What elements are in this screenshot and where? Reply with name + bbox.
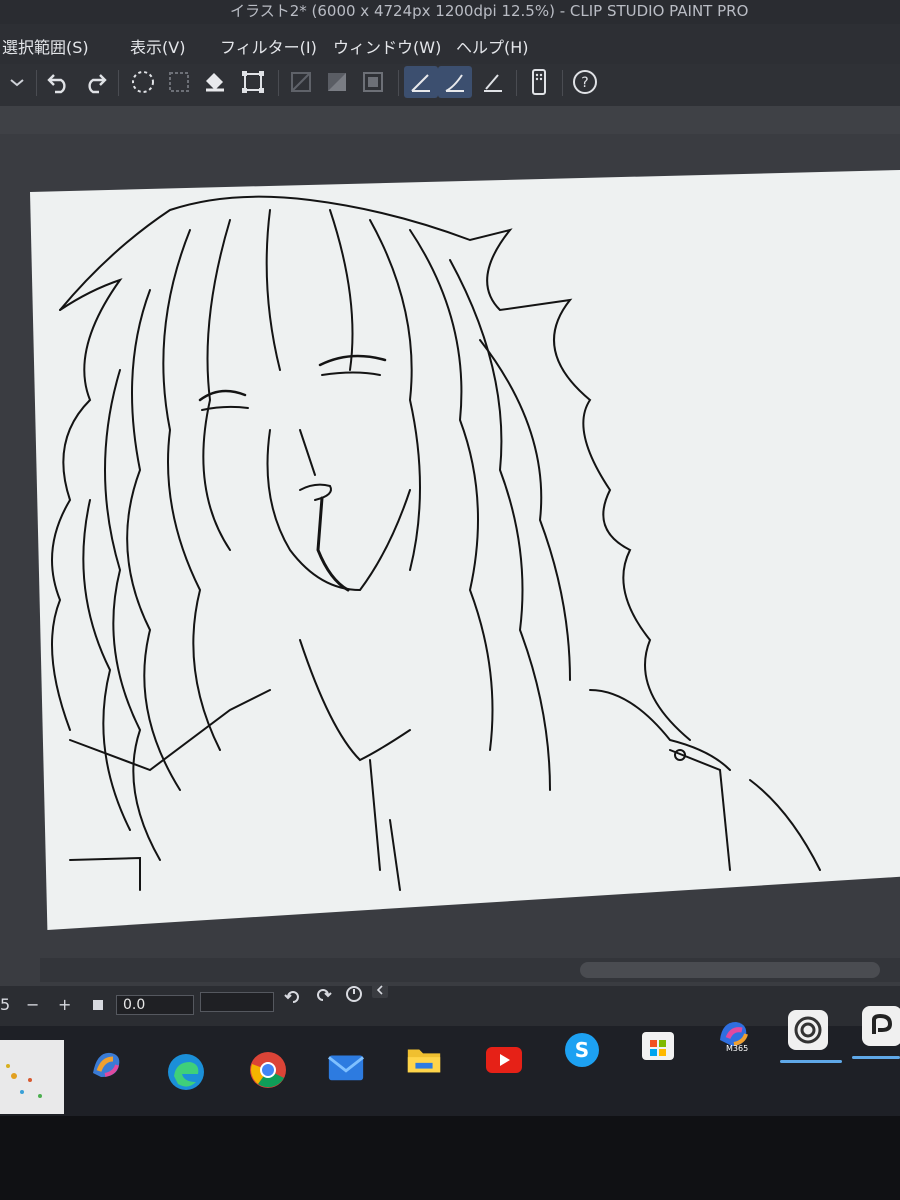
active-app-indicator — [852, 1056, 900, 1059]
drawing-canvas[interactable] — [30, 170, 900, 930]
menu-help[interactable]: ヘルプ(H) — [456, 34, 529, 58]
menu-view[interactable]: 表示(V) — [130, 34, 185, 58]
clip-studio-icon[interactable] — [788, 1010, 828, 1050]
transform-icon[interactable] — [236, 66, 270, 98]
line-art-illustration — [51, 195, 821, 891]
copilot-icon[interactable] — [86, 1044, 126, 1084]
hide-selection-icon[interactable] — [284, 66, 318, 98]
zoom-out-button[interactable]: − — [26, 995, 39, 1014]
toolbar-divider — [118, 70, 119, 96]
mail-icon[interactable] — [326, 1046, 366, 1086]
toolbar-divider — [398, 70, 399, 96]
clip-studio-paint-icon[interactable] — [862, 1006, 900, 1046]
device-icon[interactable] — [522, 66, 556, 98]
rotation-angle-field[interactable]: 0.0 — [116, 995, 194, 1015]
toolbar-divider — [562, 70, 563, 96]
taskbar — [0, 1026, 900, 1116]
chrome-icon[interactable] — [248, 1050, 288, 1090]
undo-icon[interactable] — [42, 66, 76, 98]
toolbar-divider — [278, 70, 279, 96]
invert-selection-icon[interactable] — [320, 66, 354, 98]
menu-filter[interactable]: フィルター(I) — [220, 34, 317, 58]
redo-icon[interactable] — [78, 66, 112, 98]
workspace-header — [0, 106, 900, 134]
microsoft-store-icon[interactable] — [638, 1024, 678, 1064]
deselect-icon[interactable] — [162, 66, 196, 98]
file-explorer-icon[interactable] — [404, 1040, 444, 1080]
collapse-icon[interactable] — [372, 982, 388, 998]
help-icon[interactable]: ? — [568, 66, 602, 98]
skype-icon[interactable]: S — [562, 1030, 602, 1070]
fill-icon[interactable] — [198, 66, 232, 98]
toolbar-divider — [36, 70, 37, 96]
svg-text:?: ? — [581, 75, 588, 91]
window-title: イラスト2* (6000 x 4724px 1200dpi 12.5%) - C… — [230, 2, 749, 20]
zoom-in-button[interactable]: + — [58, 995, 71, 1014]
select-all-icon[interactable] — [126, 66, 160, 98]
youtube-icon[interactable] — [484, 1040, 524, 1080]
m365-label: M365 — [726, 1044, 749, 1053]
svg-text:S: S — [575, 1038, 589, 1062]
widgets-button[interactable] — [0, 1040, 64, 1114]
reset-rotation-icon[interactable] — [344, 984, 364, 1008]
snap-ruler-icon[interactable] — [404, 66, 438, 98]
menu-window[interactable]: ウィンドウ(W) — [333, 34, 441, 58]
edge-icon[interactable] — [166, 1052, 206, 1092]
rotate-left-icon[interactable] — [284, 988, 302, 1010]
scrollbar-thumb[interactable] — [580, 962, 880, 978]
snap-special-ruler-icon[interactable] — [438, 66, 472, 98]
rotation-slider[interactable] — [200, 992, 274, 1012]
zoom-value: 5 — [0, 995, 11, 1014]
active-app-indicator — [780, 1060, 842, 1063]
fit-screen-icon[interactable] — [93, 1000, 103, 1010]
toolbar-divider — [516, 70, 517, 96]
menu-selection[interactable]: 選択範囲(S) — [2, 34, 89, 58]
expand-selection-icon[interactable] — [356, 66, 390, 98]
rotate-right-icon[interactable] — [314, 986, 332, 1008]
chevron-down-icon[interactable] — [0, 66, 34, 98]
snap-grid-icon[interactable] — [476, 66, 510, 98]
screen-bezel — [0, 1116, 900, 1200]
